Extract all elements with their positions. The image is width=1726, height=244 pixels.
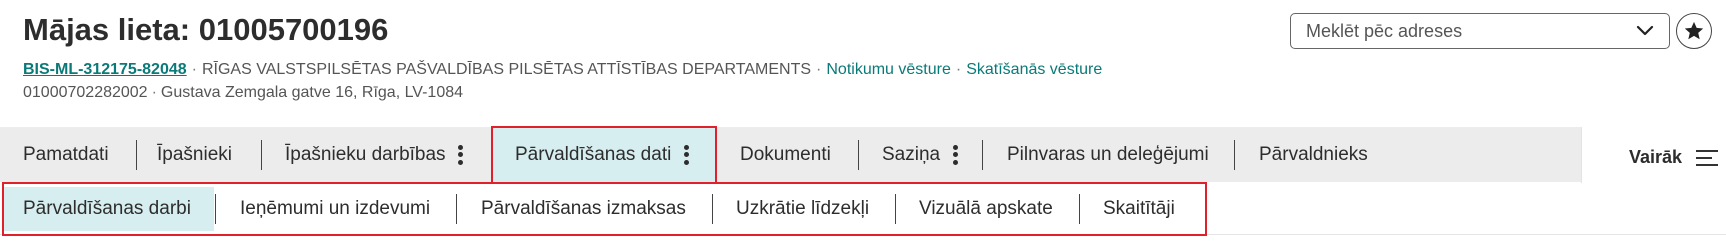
more-menu-button[interactable]: Vairāk bbox=[1582, 127, 1726, 188]
tab-label: Pamatdati bbox=[23, 143, 109, 165]
subtab-label: Pārvaldīšanas izmaksas bbox=[481, 198, 686, 219]
tab-ipasnieku-darbibas[interactable]: Īpašnieku darbības bbox=[285, 127, 464, 182]
kebab-icon[interactable] bbox=[458, 144, 464, 165]
page-title: Mājas lieta: 01005700196 bbox=[23, 12, 389, 47]
tab-pamatdati[interactable]: Pamatdati bbox=[23, 127, 109, 182]
subtab-uzkratie[interactable]: Uzkrātie līdzekļi bbox=[736, 187, 869, 231]
favorite-button[interactable] bbox=[1676, 13, 1712, 49]
tab-label: Īpašnieku darbības bbox=[285, 143, 446, 165]
hamburger-icon bbox=[1696, 149, 1719, 166]
subtab-label: Pārvaldīšanas darbi bbox=[23, 198, 191, 219]
address-line: 01000702282002 · Gustava Zemgala gatve 16,… bbox=[23, 84, 463, 102]
kebab-icon[interactable] bbox=[952, 144, 958, 165]
subtab-divider bbox=[215, 194, 216, 224]
subtab-bottom-border bbox=[0, 234, 1726, 235]
kebab-icon[interactable] bbox=[683, 144, 689, 165]
subtab-parvaldisanas-darbi[interactable]: Pārvaldīšanas darbi bbox=[4, 187, 214, 231]
subtab-divider bbox=[895, 194, 896, 224]
meta-separator: · bbox=[151, 84, 157, 101]
subtab-divider bbox=[712, 194, 713, 224]
tab-sazina[interactable]: Saziņa bbox=[882, 127, 958, 182]
meta-separator: · bbox=[955, 61, 962, 78]
subtab-label: Ieņēmumi un izdevumi bbox=[240, 198, 431, 219]
organization-name: RĪGAS VALSTSPILSĒTAS PAŠVALDĪBAS PILSĒTA… bbox=[201, 61, 812, 78]
meta-separator: · bbox=[191, 61, 197, 78]
property-address: Gustava Zemgala gatve 16, Rīga, LV-1084 bbox=[160, 84, 464, 101]
address-search-input[interactable] bbox=[1306, 14, 1626, 48]
tab-label: Pilnvaras un deleģējumi bbox=[1007, 143, 1209, 165]
subtab-label: Skaitītāji bbox=[1103, 198, 1175, 219]
main-tabs: Pamatdati Īpašnieki Īpašnieku darbības P… bbox=[0, 127, 1726, 182]
tab-divider bbox=[1234, 140, 1235, 170]
subtab-skaititaji[interactable]: Skaitītāji bbox=[1103, 187, 1175, 231]
subtab-vizuala-apskate[interactable]: Vizuālā apskate bbox=[919, 187, 1053, 231]
subtab-izmaksas[interactable]: Pārvaldīšanas izmaksas bbox=[481, 187, 686, 231]
tab-divider bbox=[858, 140, 859, 170]
star-icon bbox=[1684, 21, 1704, 40]
meta-separator: · bbox=[816, 61, 822, 78]
tab-pilnvaras[interactable]: Pilnvaras un deleģējumi bbox=[1007, 127, 1209, 182]
more-label: Vairāk bbox=[1629, 147, 1683, 167]
subtab-divider bbox=[1079, 194, 1080, 224]
tab-label: Pārvaldnieks bbox=[1259, 143, 1368, 165]
events-history-link[interactable]: Notikumu vēsture bbox=[826, 61, 951, 78]
tab-label: Īpašnieki bbox=[157, 143, 232, 165]
tab-ipasnieki[interactable]: Īpašnieki bbox=[157, 127, 232, 182]
views-history-link[interactable]: Skatīšanās vēsture bbox=[966, 61, 1102, 78]
subtab-divider bbox=[456, 194, 457, 224]
tab-label: Saziņa bbox=[882, 143, 941, 165]
subtab-ienemumi[interactable]: Ieņēmumi un izdevumi bbox=[240, 187, 430, 231]
tab-parvaldisanas-dati[interactable]: Pārvaldīšanas dati bbox=[492, 127, 715, 182]
tab-dokumenti[interactable]: Dokumenti bbox=[740, 127, 831, 182]
address-search[interactable] bbox=[1290, 13, 1670, 49]
sub-tabs: Pārvaldīšanas darbi Ieņēmumi un izdevumi… bbox=[0, 183, 1726, 237]
tab-divider bbox=[261, 140, 262, 170]
cadastre-number: 01000702282002 bbox=[23, 84, 148, 101]
subtab-label: Uzkrātie līdzekļi bbox=[736, 198, 870, 219]
tab-divider bbox=[982, 140, 983, 170]
tab-label: Pārvaldīšanas dati bbox=[515, 143, 672, 165]
chevron-down-icon[interactable] bbox=[1635, 22, 1655, 40]
case-meta-line: BIS-ML-312175-82048 · RĪGAS VALSTSPILSĒTAS… bbox=[23, 61, 1102, 79]
tab-divider bbox=[136, 140, 137, 170]
subtab-label: Vizuālā apskate bbox=[919, 198, 1053, 219]
case-code-link[interactable]: BIS-ML-312175-82048 bbox=[23, 61, 187, 78]
tab-parvaldnieks[interactable]: Pārvaldnieks bbox=[1259, 127, 1368, 182]
tab-label: Dokumenti bbox=[740, 143, 831, 165]
